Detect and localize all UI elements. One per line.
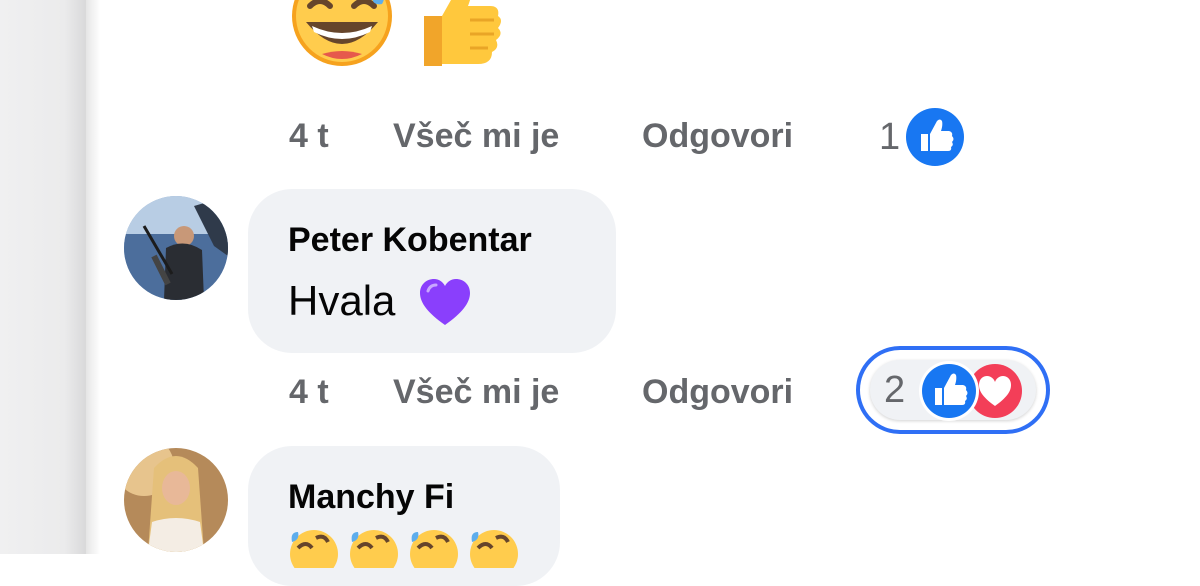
like-button[interactable]: Všeč mi je bbox=[393, 373, 642, 412]
rolling-laughing-face-icon bbox=[410, 530, 458, 568]
panel-shadow bbox=[86, 0, 100, 554]
comment-bubble: Manchy Fi bbox=[248, 446, 560, 586]
comment-text: Hvala bbox=[288, 277, 396, 324]
reaction-count: 2 bbox=[884, 369, 906, 411]
comment-author[interactable]: Peter Kobentar bbox=[288, 221, 532, 260]
reactions-summary[interactable]: 2 bbox=[856, 346, 1050, 434]
purple-heart-icon bbox=[420, 279, 470, 325]
comment-actions-row: 4 t Všeč mi je Odgovori bbox=[289, 116, 871, 156]
comment-timestamp[interactable]: 4 t bbox=[289, 117, 393, 156]
comment-author[interactable]: Manchy Fi bbox=[288, 478, 454, 517]
reactions-pill: 2 bbox=[870, 360, 1036, 421]
like-button[interactable]: Všeč mi je bbox=[393, 117, 642, 156]
rolling-laughing-face-icon bbox=[290, 530, 338, 568]
comment-timestamp[interactable]: 4 t bbox=[289, 373, 393, 412]
left-panel-edge bbox=[0, 0, 86, 554]
comment-bubble: Peter Kobentar Hvala bbox=[248, 189, 616, 353]
thumbs-up-icon bbox=[424, 0, 501, 66]
rolling-laughing-face-icon bbox=[470, 530, 518, 568]
avatar[interactable] bbox=[124, 448, 228, 552]
rolling-laughing-face-icon bbox=[350, 530, 398, 568]
reply-button[interactable]: Odgovori bbox=[642, 373, 871, 412]
avatar[interactable] bbox=[124, 196, 228, 300]
comment-actions-row: 4 t Všeč mi je Odgovori bbox=[289, 372, 871, 412]
comment-emoji-row bbox=[290, 530, 518, 568]
reaction-count: 1 bbox=[879, 115, 901, 158]
reply-button[interactable]: Odgovori bbox=[642, 117, 871, 156]
like-icon bbox=[919, 361, 979, 421]
avatar-photo bbox=[124, 196, 228, 300]
avatar-photo bbox=[124, 448, 228, 552]
reactions-summary[interactable]: 1 bbox=[879, 106, 966, 168]
previous-comment-emoji bbox=[292, 0, 501, 66]
like-icon bbox=[906, 108, 965, 166]
grinning-sweat-face-icon bbox=[292, 0, 392, 66]
